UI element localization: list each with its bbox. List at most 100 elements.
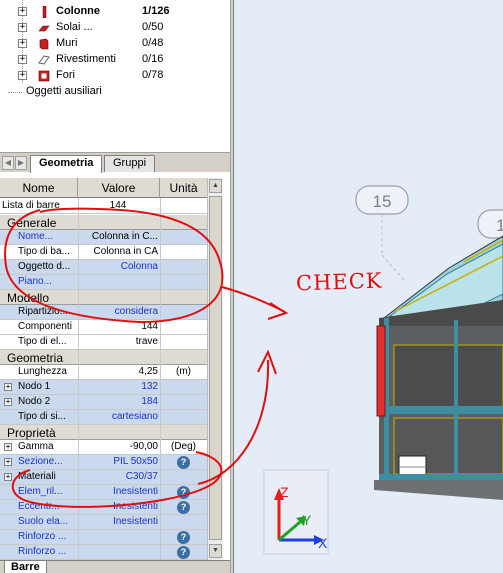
- section-title: Proprietà: [7, 426, 56, 440]
- tree-item-label: Rivestimenti: [56, 53, 116, 65]
- expand-icon[interactable]: +: [18, 71, 27, 80]
- property-unit: (Deg): [170, 441, 196, 452]
- scroll-down-icon[interactable]: ▼: [209, 544, 222, 558]
- tree-item-label: Colonne: [56, 5, 100, 17]
- grid-row[interactable]: Tipo di el... trave: [0, 335, 207, 350]
- property-value[interactable]: 132: [78, 381, 160, 392]
- tree-item-count: 0/48: [142, 37, 164, 49]
- grid-row[interactable]: Lunghezza 4,25 (m): [0, 365, 207, 380]
- tab-scroll-left-icon[interactable]: ◀: [2, 156, 14, 170]
- grid-row[interactable]: + Gamma -90,00 (Deg): [0, 440, 207, 455]
- section-title: Geometria: [7, 351, 64, 365]
- column-header-nome[interactable]: Nome: [0, 178, 78, 198]
- column-header-valore[interactable]: Valore: [78, 178, 160, 198]
- panel-tabs: ◀ ▶ Geometria Gruppi: [0, 152, 230, 173]
- grid-row[interactable]: Piano...: [0, 275, 207, 290]
- property-value[interactable]: 4,25: [78, 366, 160, 377]
- section-title: Modello: [7, 291, 50, 305]
- tab-barre[interactable]: Barre: [4, 561, 47, 573]
- scroll-up-icon[interactable]: ▲: [209, 179, 222, 193]
- help-icon[interactable]: ?: [177, 486, 190, 499]
- property-value[interactable]: Inesistenti: [78, 501, 160, 512]
- tree-item-colonne[interactable]: + Colonne 1/126: [0, 4, 230, 20]
- expand-icon[interactable]: +: [18, 7, 27, 16]
- axis-label-15: 15: [373, 192, 392, 211]
- tree-item-solai[interactable]: + Solai ... 0/50: [0, 20, 230, 36]
- grid-section-1[interactable]: Modello: [0, 290, 207, 305]
- tree-item-fori[interactable]: + Fori 0/78: [0, 68, 230, 84]
- property-value[interactable]: Colonna in CA: [78, 246, 160, 257]
- grid-section-3[interactable]: Proprietà: [0, 425, 207, 440]
- cladding-icon: [38, 55, 50, 65]
- property-name: Gamma: [18, 441, 54, 452]
- opening-icon: [38, 70, 50, 82]
- expand-icon[interactable]: +: [18, 55, 27, 64]
- grid-section-2[interactable]: Geometria: [0, 350, 207, 365]
- property-name: Tipo di el...: [18, 336, 67, 347]
- grid-row[interactable]: Tipo di si... cartesiano: [0, 410, 207, 425]
- column-header-unita[interactable]: Unità: [160, 178, 207, 198]
- grid-row[interactable]: + Nodo 2 184: [0, 395, 207, 410]
- grid-row[interactable]: Nome... Colonna in C...: [0, 230, 207, 245]
- scrollbar-thumb[interactable]: [209, 196, 222, 540]
- grid-row-lista-barre[interactable]: Lista di barre 144: [0, 199, 207, 214]
- grid-section-0[interactable]: Generale: [0, 215, 207, 230]
- tree-item-count: 1/126: [142, 5, 170, 17]
- expand-icon[interactable]: +: [4, 443, 12, 451]
- property-name: Eccentr...: [18, 501, 60, 512]
- property-name: Oggetto d...: [18, 261, 71, 272]
- column-icon: [42, 6, 47, 18]
- grid-row[interactable]: Oggetto d... Colonna: [0, 260, 207, 275]
- property-value[interactable]: -90,00: [78, 441, 160, 452]
- selected-column[interactable]: [376, 325, 386, 417]
- property-value[interactable]: Inesistenti: [78, 486, 160, 497]
- tree-item-label: Fori: [56, 69, 75, 81]
- property-value[interactable]: Inesistenti: [78, 516, 160, 527]
- grid-row[interactable]: Tipo di ba... Colonna in CA: [0, 245, 207, 260]
- property-value[interactable]: trave: [78, 336, 160, 347]
- property-value[interactable]: Colonna in C...: [78, 231, 160, 242]
- grid-row[interactable]: + Materiali C30/37: [0, 470, 207, 485]
- tree-connector: [8, 92, 22, 93]
- tree-item-rivestimenti[interactable]: + Rivestimenti 0/16: [0, 52, 230, 68]
- property-name: Lista di barre: [2, 200, 60, 211]
- property-grid-scrollbar[interactable]: ▲ ▼: [207, 178, 223, 560]
- grid-row[interactable]: + Nodo 1 132: [0, 380, 207, 395]
- tree-item-muri[interactable]: + Muri 0/48: [0, 36, 230, 52]
- property-name: Materiali: [18, 471, 56, 482]
- help-icon[interactable]: ?: [177, 501, 190, 514]
- wall-icon: [39, 38, 49, 50]
- grid-row[interactable]: Suolo ela... Inesistenti: [0, 515, 207, 530]
- grid-row[interactable]: Eccentr... Inesistenti?: [0, 500, 207, 515]
- property-value[interactable]: 184: [78, 396, 160, 407]
- grid-row[interactable]: Elem_ril... Inesistenti?: [0, 485, 207, 500]
- grid-row[interactable]: Componenti 144: [0, 320, 207, 335]
- help-icon[interactable]: ?: [177, 456, 190, 469]
- property-name: Rinforzo ...: [18, 531, 67, 542]
- property-value[interactable]: cartesiano: [78, 411, 160, 422]
- grid-row[interactable]: Rinforzo ...?: [0, 530, 207, 545]
- property-value[interactable]: Colonna: [78, 261, 160, 272]
- annotation-check-text: CHECK: [295, 268, 383, 296]
- property-value[interactable]: PIL 50x50: [78, 456, 160, 467]
- expand-icon[interactable]: +: [4, 383, 12, 391]
- tab-gruppi[interactable]: Gruppi: [104, 155, 156, 172]
- section-title: Generale: [7, 216, 57, 230]
- property-name: Ripartizio...: [18, 306, 69, 317]
- help-icon[interactable]: ?: [177, 531, 190, 544]
- tab-scroll-right-icon[interactable]: ▶: [15, 156, 27, 170]
- expand-icon[interactable]: +: [4, 398, 12, 406]
- expand-icon[interactable]: +: [18, 23, 27, 32]
- property-value[interactable]: considera: [78, 306, 160, 317]
- property-value[interactable]: 144: [78, 321, 160, 332]
- grid-row[interactable]: + Sezione... PIL 50x50?: [0, 455, 207, 470]
- property-value[interactable]: C30/37: [78, 471, 160, 482]
- expand-icon[interactable]: +: [4, 458, 12, 466]
- property-value: 144: [109, 200, 127, 211]
- help-icon[interactable]: ?: [177, 546, 190, 559]
- expand-icon[interactable]: +: [18, 39, 27, 48]
- expand-icon[interactable]: +: [4, 473, 12, 481]
- grid-row[interactable]: Ripartizio... considera: [0, 305, 207, 320]
- tab-geometria[interactable]: Geometria: [30, 155, 103, 173]
- grid-row[interactable]: Rinforzo ...?: [0, 545, 207, 560]
